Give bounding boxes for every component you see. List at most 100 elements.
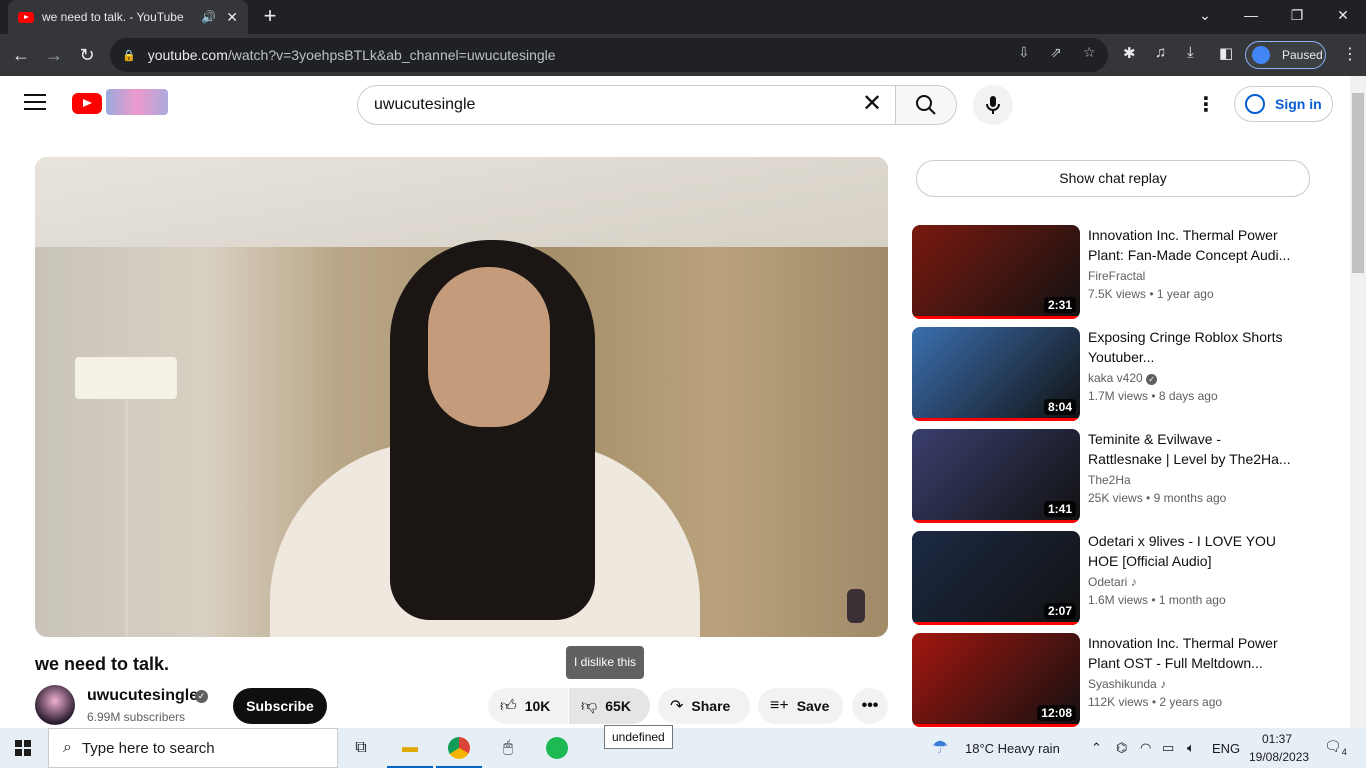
recommended-channel[interactable]: kaka v420 ✓ bbox=[1088, 371, 1158, 385]
tab-close-icon[interactable]: ✕ bbox=[226, 9, 238, 26]
youtube-doodle[interactable] bbox=[106, 89, 168, 115]
search-input[interactable]: uwucutesingle bbox=[357, 85, 895, 125]
recommended-channel[interactable]: The2Ha bbox=[1088, 473, 1131, 487]
new-tab-button[interactable]: + bbox=[258, 4, 282, 28]
recommended-age: 8 days ago bbox=[1158, 389, 1218, 403]
recommended-channel[interactable]: FireFractal bbox=[1088, 269, 1145, 283]
recommended-video[interactable]: 12:08 Innovation Inc. Thermal Power Plan… bbox=[912, 633, 1312, 727]
recommended-video[interactable]: 2:31 Innovation Inc. Thermal Power Plant… bbox=[912, 225, 1312, 319]
windows-start-icon[interactable] bbox=[15, 740, 31, 756]
sign-in-label: Sign in bbox=[1275, 96, 1322, 112]
reload-icon[interactable]: ↻ bbox=[74, 42, 100, 68]
weather-rain-icon[interactable]: ☂ bbox=[932, 737, 948, 758]
downloads-icon[interactable]: ⤓ bbox=[1187, 44, 1194, 61]
recommended-age: 1 year ago bbox=[1156, 287, 1214, 301]
channel-name[interactable]: uwucutesingle bbox=[87, 687, 198, 705]
search-button[interactable] bbox=[895, 85, 957, 125]
recommended-views: 1.6M views bbox=[1088, 593, 1149, 607]
subscribe-button[interactable]: Subscribe bbox=[233, 688, 327, 724]
tab-search-icon[interactable]: ⌄ bbox=[1182, 0, 1228, 32]
sign-in-button[interactable]: Sign in bbox=[1234, 86, 1333, 122]
youtube-logo-icon[interactable] bbox=[72, 93, 102, 114]
address-bar[interactable]: 🔒 youtube.com/watch?v=3yoehpsBTLk&ab_cha… bbox=[110, 38, 1108, 72]
spotify-icon[interactable] bbox=[534, 728, 580, 768]
video-title: we need to talk. bbox=[35, 654, 170, 674]
recommended-meta: 1.6M views • 1 month ago bbox=[1088, 593, 1226, 607]
tab-audio-icon[interactable]: 🔊 bbox=[201, 10, 216, 24]
mouse-app-icon[interactable]: 🖱 bbox=[485, 728, 531, 768]
recommended-channel[interactable]: Odetari ♪ bbox=[1088, 575, 1137, 589]
music-note-icon: ♪ bbox=[1160, 677, 1167, 691]
recommended-video[interactable]: 2:07 Odetari x 9lives - I LOVE YOU HOE [… bbox=[912, 531, 1312, 625]
forward-icon[interactable]: → bbox=[41, 42, 67, 68]
dislike-button[interactable]: 👎︎ 65K bbox=[569, 688, 650, 724]
voice-search-button[interactable] bbox=[973, 85, 1013, 125]
video-lamp-pole bbox=[125, 399, 128, 637]
clock-time[interactable]: 01:37 bbox=[1262, 732, 1292, 746]
close-window-button[interactable]: ✕ bbox=[1320, 0, 1366, 32]
install-app-icon[interactable]: ⇩ bbox=[1018, 44, 1030, 61]
recommended-video-title[interactable]: Exposing Cringe Roblox Shorts Youtuber..… bbox=[1088, 327, 1296, 367]
video-thumbnail[interactable]: 2:07 bbox=[912, 531, 1080, 625]
lock-icon[interactable]: 🔒 bbox=[122, 49, 136, 62]
taskbar-search-box[interactable]: ⌕ Type here to search bbox=[48, 728, 338, 768]
notification-center-icon[interactable]: 🗨︎4 bbox=[1324, 738, 1347, 757]
side-panel-icon[interactable]: ◧ bbox=[1219, 44, 1233, 62]
url-domain: youtube.com bbox=[147, 47, 228, 63]
share-button[interactable]: ↷ Share bbox=[658, 688, 750, 724]
extensions-icon[interactable]: ✱ bbox=[1123, 44, 1136, 62]
recommended-video-title[interactable]: Innovation Inc. Thermal Power Plant OST … bbox=[1088, 633, 1296, 673]
wifi-icon[interactable]: ◠ bbox=[1140, 740, 1151, 756]
recommended-video-title[interactable]: Odetari x 9lives - I LOVE YOU HOE [Offic… bbox=[1088, 531, 1296, 571]
profile-paused-button[interactable]: Paused bbox=[1245, 41, 1326, 69]
video-thumbnail[interactable]: 1:41 bbox=[912, 429, 1080, 523]
minimize-button[interactable]: — bbox=[1228, 0, 1274, 32]
clock-date[interactable]: 19/08/2023 bbox=[1249, 750, 1309, 764]
recommended-age: 9 months ago bbox=[1153, 491, 1227, 505]
file-explorer-icon[interactable]: ▬ bbox=[387, 728, 433, 768]
share-arrow-icon: ↷ bbox=[670, 698, 684, 715]
bookmark-star-icon[interactable]: ☆ bbox=[1083, 44, 1096, 61]
profile-status-label: Paused bbox=[1282, 48, 1323, 62]
media-control-icon[interactable]: ♫ bbox=[1155, 44, 1166, 61]
scrollbar-thumb[interactable] bbox=[1352, 93, 1364, 273]
share-page-icon[interactable]: ⇗ bbox=[1050, 44, 1062, 61]
recommended-views: 7.5K views bbox=[1088, 287, 1147, 301]
video-thumbnail[interactable]: 2:31 bbox=[912, 225, 1080, 319]
video-thumbnail[interactable]: 8:04 bbox=[912, 327, 1080, 421]
recommended-channel-name: FireFractal bbox=[1088, 269, 1146, 283]
recommended-views: 112K views bbox=[1088, 695, 1149, 709]
more-actions-button[interactable]: ••• bbox=[852, 688, 888, 724]
show-hidden-icons-icon[interactable]: ⌃ bbox=[1091, 740, 1102, 756]
task-view-icon[interactable]: ⧉ bbox=[338, 728, 384, 768]
battery-icon[interactable]: ▭ bbox=[1162, 740, 1174, 756]
browser-menu-icon[interactable]: ⋮ bbox=[1342, 44, 1358, 64]
video-player[interactable] bbox=[35, 157, 888, 637]
chrome-icon[interactable] bbox=[436, 728, 482, 768]
menu-icon[interactable] bbox=[24, 94, 46, 112]
thumbs-down-icon: 👎︎ bbox=[581, 697, 598, 715]
recommended-channel[interactable]: Syashikunda ♪ bbox=[1088, 677, 1166, 691]
recommended-video[interactable]: 1:41 Teminite & Evilwave - Rattlesnake |… bbox=[912, 429, 1312, 523]
watch-progress-bar bbox=[912, 622, 1080, 625]
recommended-age: 2 years ago bbox=[1159, 695, 1223, 709]
recommended-video-title[interactable]: Teminite & Evilwave - Rattlesnake | Leve… bbox=[1088, 429, 1296, 469]
like-button[interactable]: 👍︎ 10K bbox=[488, 688, 568, 724]
volume-icon[interactable]: 🔈︎ bbox=[1187, 740, 1195, 756]
back-icon[interactable]: ← bbox=[8, 42, 34, 68]
clear-search-icon[interactable]: ✕ bbox=[862, 92, 882, 116]
like-count: 10K bbox=[524, 698, 551, 714]
restore-button[interactable]: ❐ bbox=[1274, 0, 1320, 32]
tray-network-icon[interactable]: ⌬ bbox=[1116, 740, 1127, 756]
save-button[interactable]: ≡+ Save bbox=[758, 688, 843, 724]
weather-text[interactable]: 18°C Heavy rain bbox=[965, 741, 1060, 756]
video-thumbnail[interactable]: 12:08 bbox=[912, 633, 1080, 727]
recommended-video[interactable]: 8:04 Exposing Cringe Roblox Shorts Youtu… bbox=[912, 327, 1312, 421]
channel-avatar[interactable] bbox=[35, 685, 75, 725]
language-indicator[interactable]: ENG bbox=[1212, 741, 1240, 756]
browser-tab[interactable]: we need to talk. - YouTube 🔊 ✕ bbox=[8, 0, 248, 34]
recommended-video-title[interactable]: Innovation Inc. Thermal Power Plant: Fan… bbox=[1088, 225, 1296, 265]
video-ceiling bbox=[35, 157, 888, 247]
show-chat-replay-button[interactable]: Show chat replay bbox=[916, 160, 1310, 197]
settings-menu-icon[interactable]: ⋮ bbox=[1196, 92, 1216, 117]
